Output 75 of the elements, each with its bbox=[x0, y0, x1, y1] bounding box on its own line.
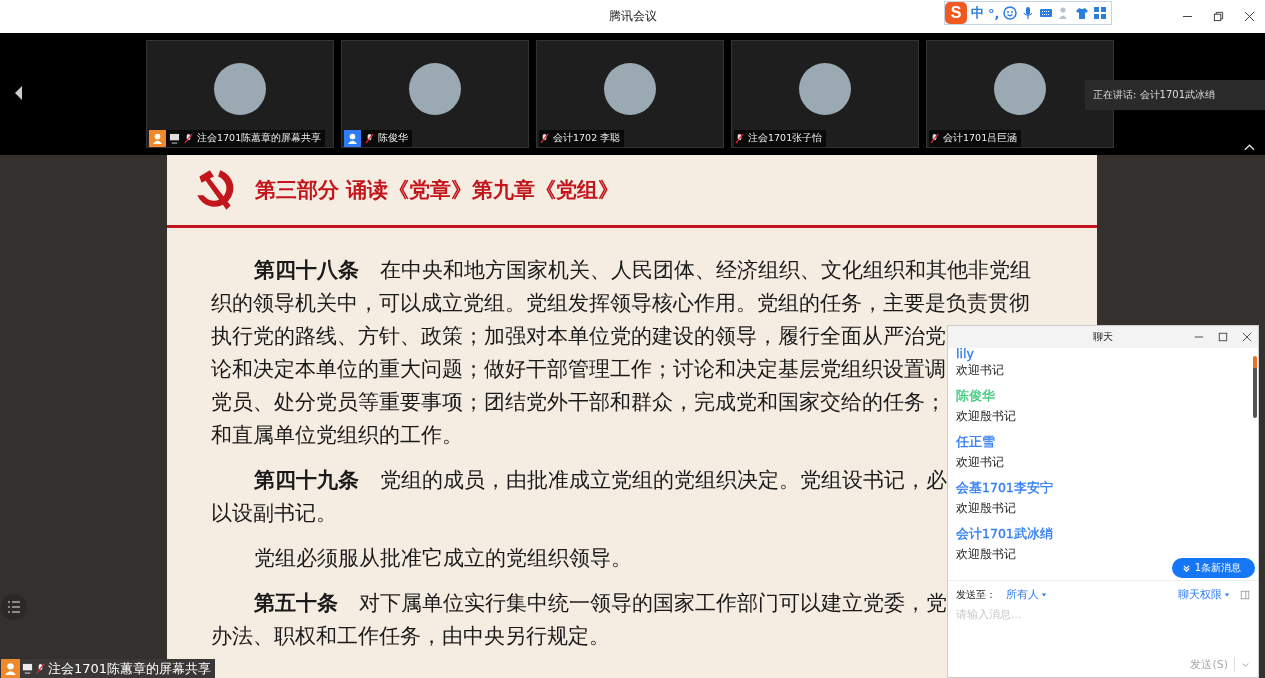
window-title: 腾讯会议 bbox=[608, 8, 657, 25]
list-icon[interactable] bbox=[1, 594, 27, 620]
avatar-placeholder bbox=[214, 63, 266, 115]
screen-share-icon bbox=[169, 133, 180, 144]
slide-text-line: 论和决定本单位的重大问题；做好干部管理工作；讨论和决定基层党组织设置调 bbox=[211, 356, 946, 383]
avatar-placeholder bbox=[604, 63, 656, 115]
chat-sender: 会计1701武冰绡 bbox=[956, 525, 1053, 543]
keyboard-icon[interactable] bbox=[1039, 6, 1054, 20]
slide-text-line: 党组必须服从批准它成立的党组织领导。 bbox=[254, 545, 632, 572]
slide-text-line: 办法、职权和工作任务，由中央另行规定。 bbox=[211, 623, 610, 650]
smiley-icon[interactable] bbox=[1003, 6, 1018, 20]
shirt-icon[interactable] bbox=[1075, 6, 1090, 20]
slide-text-line: 第四十八条 在中央和地方国家机关、人民团体、经济组织、文化组织和其他非党组 bbox=[254, 257, 1031, 284]
caret-icon bbox=[1224, 591, 1230, 598]
person-icon bbox=[149, 130, 166, 147]
slide-heading: 第三部分 诵读《党章》第九章《党组》 bbox=[255, 177, 620, 204]
slide-text-line: 第五十条 对下属单位实行集中统一领导的国家工作部门可以建立党委，党 bbox=[254, 590, 947, 617]
close-icon[interactable] bbox=[1242, 332, 1252, 342]
pop-out-icon[interactable] bbox=[1240, 589, 1250, 600]
double-chevron-icon bbox=[1181, 563, 1191, 573]
video-tile[interactable]: 会计1702 李聪 bbox=[536, 40, 724, 148]
collapse-caret-icon[interactable] bbox=[1244, 143, 1255, 151]
chat-sender: 陈俊华 bbox=[956, 387, 995, 405]
muted-microphone-icon bbox=[364, 133, 375, 144]
muted-microphone-icon bbox=[929, 133, 940, 144]
chat-permission-dropdown[interactable]: 聊天权限 bbox=[1178, 587, 1230, 602]
video-tile[interactable]: 注会1701陈蕙章的屏幕共享 bbox=[146, 40, 334, 148]
slide-text-line: 党员、处分党员等重要事项；团结党外干部和群众，完成党和国家交给的任务； bbox=[211, 389, 946, 416]
new-messages-button[interactable]: 1条新消息 bbox=[1171, 558, 1255, 578]
chat-title: 聊天 bbox=[1093, 330, 1113, 344]
send-button[interactable]: 发送(S) bbox=[1190, 656, 1235, 672]
person-icon bbox=[1, 659, 20, 678]
chat-message: 欢迎殷书记 bbox=[956, 408, 1017, 425]
scrollbar[interactable] bbox=[1253, 356, 1257, 418]
send-to-label: 发送至： bbox=[956, 587, 996, 602]
restore-icon[interactable] bbox=[1213, 11, 1224, 22]
muted-microphone-icon bbox=[35, 663, 46, 674]
slide-text-line: 第四十九条 党组的成员，由批准成立党组的党组织决定。党组设书记，必 bbox=[254, 467, 947, 494]
ime-punctuation-toggle[interactable]: °, bbox=[988, 5, 1000, 21]
video-tile[interactable]: 陈俊华 bbox=[341, 40, 529, 148]
slide-text-line: 和直属单位党组织的工作。 bbox=[211, 422, 463, 449]
chat-message: 欢迎殷书记 bbox=[956, 546, 1017, 563]
chat-message: 欢迎殷书记 bbox=[956, 500, 1017, 517]
participant-label: 注会1701陈蕙章的屏幕共享 bbox=[149, 130, 326, 147]
muted-microphone-icon bbox=[539, 133, 550, 144]
participant-label: 会计1702 李聪 bbox=[539, 130, 625, 147]
close-icon[interactable] bbox=[1244, 11, 1255, 22]
chat-sender: lily bbox=[956, 348, 974, 360]
slide-text-line: 织的领导机关中，可以成立党组。党组发挥领导核心作用。党组的任务，主要是负责贯彻 bbox=[211, 290, 1030, 317]
muted-microphone-icon bbox=[734, 133, 745, 144]
ime-logo[interactable]: S bbox=[945, 2, 967, 24]
caret-icon bbox=[1041, 591, 1047, 598]
grid-icon[interactable] bbox=[1093, 6, 1108, 20]
participant-label: 注会1701张子怡 bbox=[734, 130, 827, 147]
chat-sender: 会基1701李安宁 bbox=[956, 479, 1053, 497]
video-tile[interactable]: 注会1701张子怡 bbox=[731, 40, 919, 148]
avatar-placeholder bbox=[799, 63, 851, 115]
slide-text-line: 以设副书记。 bbox=[211, 500, 337, 527]
slide-text-line: 执行党的路线、方针、政策；加强对本单位党的建设的领导，履行全面从严治党 bbox=[211, 323, 946, 350]
speaking-indicator: 正在讲话: 会计1701武冰绡 bbox=[1085, 80, 1265, 110]
person-icon bbox=[344, 130, 361, 147]
screen-share-icon bbox=[22, 663, 33, 674]
maximize-icon[interactable] bbox=[1218, 332, 1228, 342]
avatar-placeholder bbox=[994, 63, 1046, 115]
left-arrow-icon[interactable] bbox=[13, 85, 23, 101]
screen-share-label: 注会1701陈蕙章的屏幕共享 bbox=[1, 659, 216, 678]
chat-message: 欢迎书记 bbox=[956, 454, 1005, 471]
chat-sender: 任正雪 bbox=[956, 433, 995, 451]
recipient-dropdown[interactable]: 所有人 bbox=[1006, 587, 1047, 602]
muted-microphone-icon bbox=[183, 133, 194, 144]
participant-label: 会计1701吕巨涵 bbox=[929, 130, 1022, 147]
chat-message: 欢迎书记 bbox=[956, 362, 1005, 379]
ime-mode-toggle[interactable]: 中 bbox=[971, 4, 984, 22]
participant-label: 陈俊华 bbox=[344, 130, 412, 147]
avatar-placeholder bbox=[409, 63, 461, 115]
